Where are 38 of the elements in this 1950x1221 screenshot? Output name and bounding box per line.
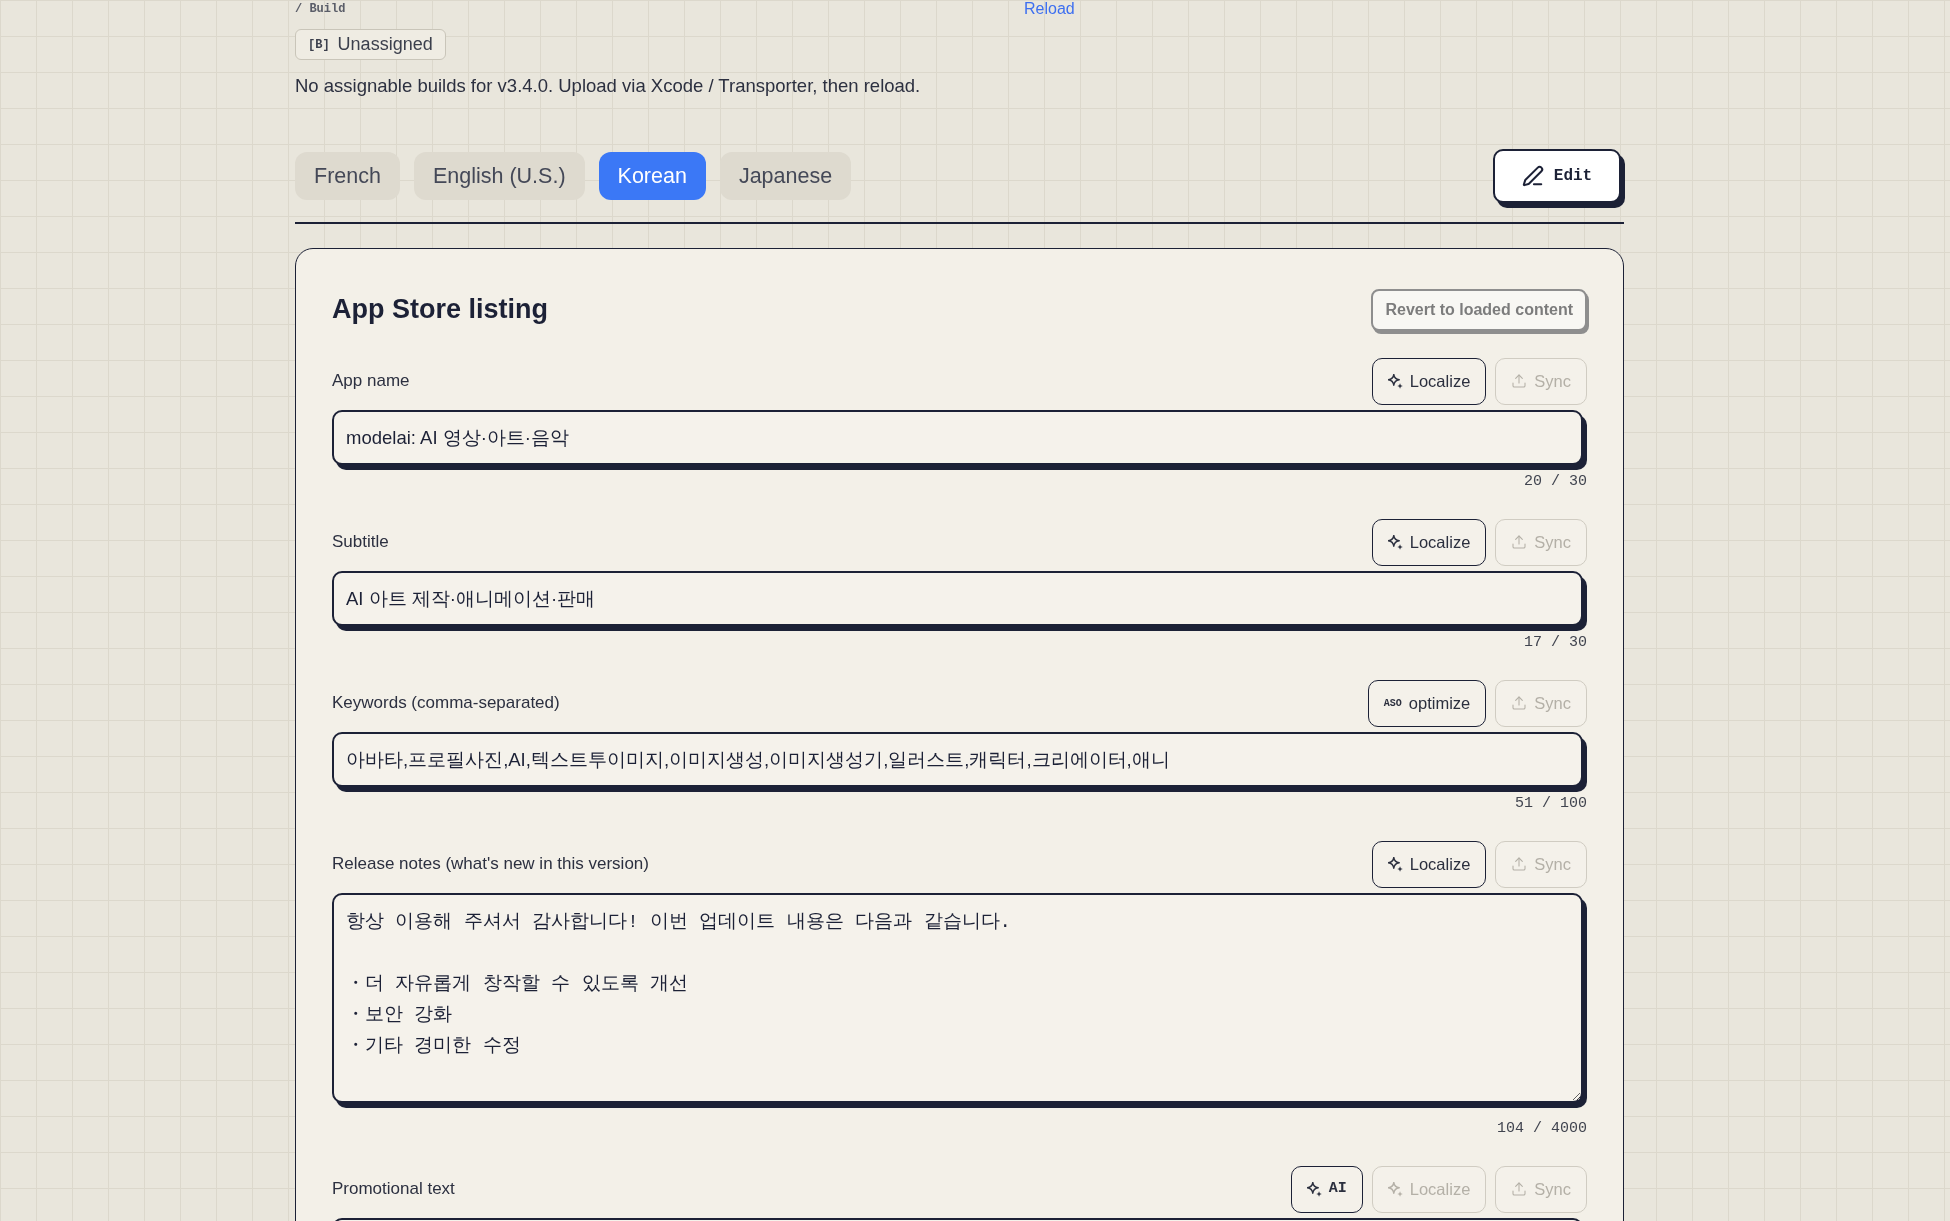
language-tab[interactable]: English (U.S.) [413, 152, 585, 200]
breadcrumb-text: / Build [295, 1, 347, 17]
character-counter: 51 / 100 [1515, 794, 1587, 813]
card-title: App Store listing [332, 293, 548, 327]
text-field[interactable]: AI 아트 제작·애니메이션·판매 [332, 570, 1583, 626]
localize-button[interactable]: Localize [1371, 840, 1487, 888]
character-counter: 104 / 4000 [1497, 1119, 1587, 1138]
localize-button[interactable]: Localize [1371, 357, 1487, 405]
build-message: No assignable builds for v3.4.0. Upload via Xcode / Transporter, then reload. [295, 74, 922, 98]
sparkle-icon [1387, 856, 1403, 872]
localize-button[interactable]: Localize [1371, 518, 1487, 566]
text-field[interactable]: modelai: AI 영상·아트·음악 [332, 409, 1583, 465]
upload-icon [1511, 1181, 1528, 1197]
textarea-field[interactable]: 항상 이용해 주셔서 감사합니다! 이번 업데이트 내용은 다음과 같습니다. ・더 자유롭게 창작할 수 있도록 개선 ・보안 강화 ・기타 경미한 수정 [332, 892, 1583, 1103]
reload-link[interactable]: Reload [1024, 0, 1075, 18]
text-field[interactable]: 아바타,프로필사진,AI,텍스트투이미지,이미지생성,이미지생성기,일러스트,캐릭터,크리에이터,애니 [332, 731, 1583, 787]
field-label: Subtitle [332, 531, 389, 554]
language-tab[interactable]: Japanese [719, 152, 852, 200]
upload-icon [1511, 856, 1528, 872]
language-tab[interactable]: French [295, 152, 400, 200]
field-label: Keywords (comma-separated) [332, 692, 560, 715]
field-label: App name [332, 370, 410, 393]
sparkle-icon [1387, 534, 1403, 550]
sparkle-icon [1306, 1181, 1322, 1197]
optimize-button[interactable]: ASO optimize [1367, 679, 1487, 727]
upload-icon [1511, 534, 1528, 550]
upload-icon [1511, 695, 1528, 711]
pen-icon [1521, 165, 1544, 187]
sparkle-icon [1387, 373, 1403, 389]
build-status-badge: [B] Unassigned [295, 29, 446, 60]
field-label: Release notes (what's new in this version) [332, 853, 649, 876]
field-label: Promotional text [332, 1178, 455, 1201]
language-tab[interactable]: Korean [598, 152, 706, 200]
sparkle-icon [1387, 1181, 1403, 1197]
ai-button[interactable]: AI [1290, 1165, 1363, 1213]
upload-icon [1511, 373, 1528, 389]
character-counter: 17 / 30 [1524, 633, 1587, 652]
character-counter: 20 / 30 [1524, 472, 1587, 491]
